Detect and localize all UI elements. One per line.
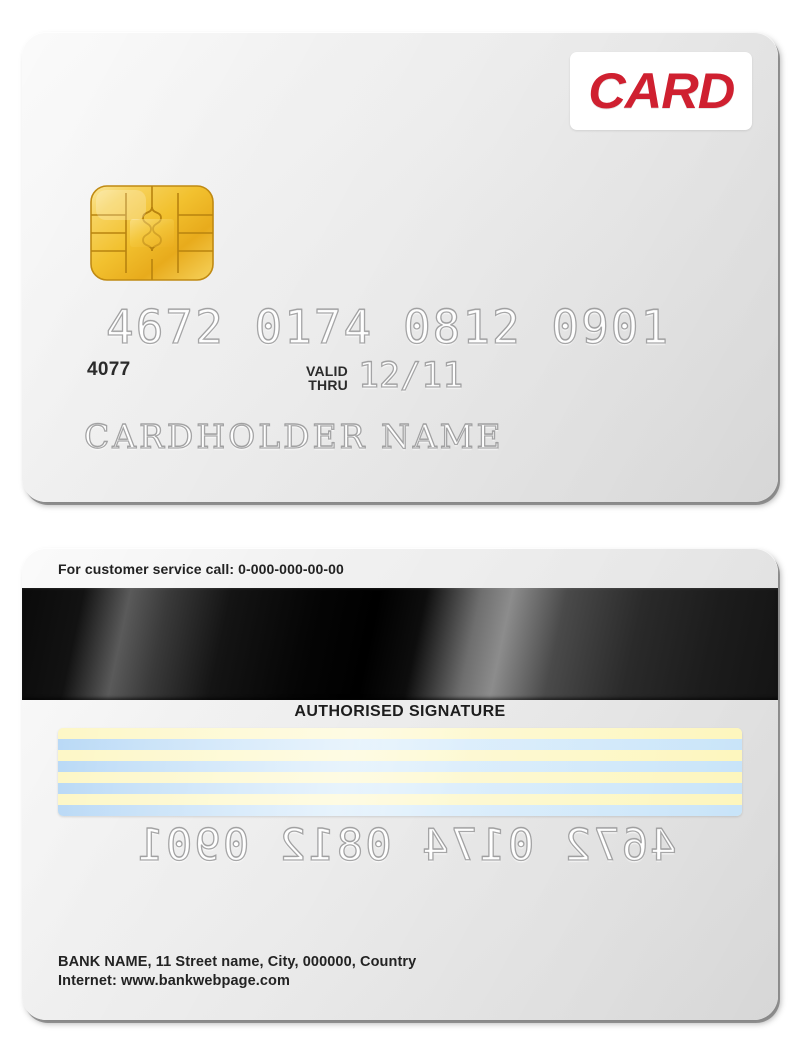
- authorised-signature-label: AUTHORISED SIGNATURE: [294, 703, 506, 720]
- bank-address: BANK NAME, 11 Street name, City, 000000,…: [58, 954, 417, 970]
- valid-thru-block: VALID THRU 12/11: [306, 355, 464, 396]
- valid-thru-label: VALID THRU: [306, 364, 348, 392]
- valid-thru-line2: THRU: [308, 377, 348, 393]
- signature-stripe-row: [58, 761, 742, 772]
- valid-thru-line1: VALID: [306, 363, 348, 379]
- signature-stripe-row: [58, 783, 742, 794]
- credit-card-back: For customer service call: 0-000-000-00-…: [22, 548, 778, 1020]
- magnetic-stripe: [22, 588, 778, 700]
- signature-stripe-row: [58, 739, 742, 750]
- signature-stripe-row: [58, 805, 742, 816]
- emv-chip-icon: [90, 185, 214, 281]
- signature-strip: [58, 728, 742, 816]
- cardholder-name: CARDHOLDER NAME: [83, 416, 504, 456]
- signature-stripe-row: [58, 750, 742, 761]
- signature-stripe-row: [58, 728, 742, 739]
- bin-digits: 4077: [87, 359, 131, 380]
- mirrored-card-number: 4672 0174 0812 0901: [135, 819, 678, 871]
- bank-info: BANK NAME, 11 Street name, City, 000000,…: [58, 953, 416, 991]
- card-number: 4672 0174 0812 0901: [105, 299, 671, 354]
- customer-service-line: For customer service call: 0-000-000-00-…: [58, 561, 344, 577]
- bank-internet: Internet: www.bankwebpage.com: [58, 973, 290, 989]
- card-brand-logo-text: CARD: [587, 63, 735, 119]
- expiry-date: 12/11: [357, 355, 464, 396]
- card-brand-logo-plate: CARD: [570, 52, 752, 130]
- credit-card-front: CARD 4672 0174 0812 0901 4077 VALID THRU…: [22, 32, 778, 502]
- signature-stripe-row: [58, 794, 742, 805]
- signature-stripe-row: [58, 772, 742, 783]
